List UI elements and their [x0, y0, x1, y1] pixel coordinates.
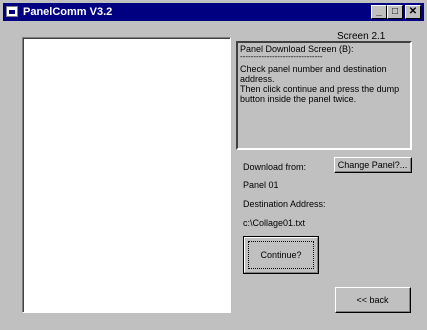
instructions-separator: -------------------------------: [240, 52, 323, 61]
output-panel: [22, 37, 231, 313]
back-label: << back: [356, 294, 389, 305]
panel-value: Panel 01: [243, 180, 279, 190]
instructions-box: Panel Download Screen (B): -------------…: [236, 41, 412, 150]
maximize-icon: □: [391, 6, 399, 17]
panelcomm-window: PanelComm V3.2 _ □ ✕ Screen 2.1 Panel Do…: [0, 0, 427, 330]
destination-label: Destination Address:: [243, 199, 326, 209]
window-title: PanelComm V3.2: [23, 6, 113, 18]
minimize-icon: _: [376, 6, 382, 17]
continue-button[interactable]: Continue?: [243, 236, 319, 274]
instructions-body: Check panel number and destination addre…: [240, 64, 400, 104]
change-panel-label: Change Panel?...: [337, 159, 408, 170]
close-button[interactable]: ✕: [405, 5, 421, 19]
focus-indicator: [248, 241, 314, 269]
maximize-button[interactable]: □: [387, 5, 403, 19]
client-area: Screen 2.1 Panel Download Screen (B): --…: [3, 21, 424, 327]
change-panel-button[interactable]: Change Panel?...: [334, 157, 412, 173]
destination-value: c:\Collage01.txt: [243, 218, 306, 228]
title-bar[interactable]: PanelComm V3.2 _ □ ✕: [3, 3, 424, 21]
download-from-label: Download from:: [243, 162, 307, 172]
close-icon: ✕: [408, 6, 418, 17]
app-icon[interactable]: [6, 6, 18, 17]
back-button[interactable]: << back: [335, 287, 411, 313]
minimize-button[interactable]: _: [371, 5, 387, 19]
